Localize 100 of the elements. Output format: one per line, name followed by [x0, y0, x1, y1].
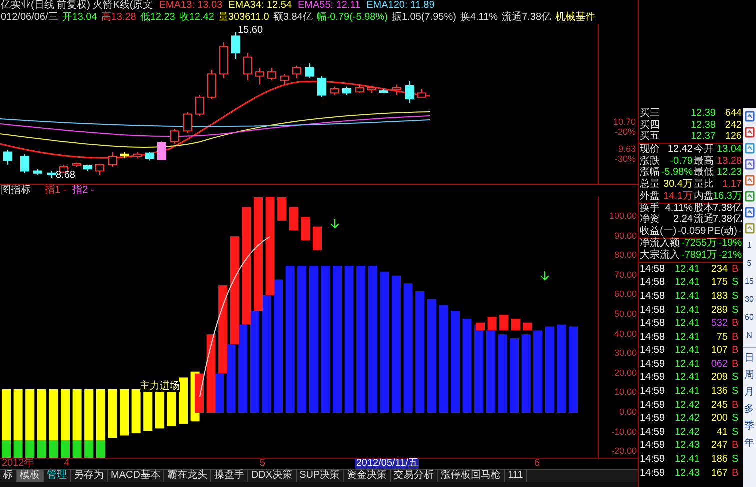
toolbar-icon[interactable] — [744, 159, 754, 170]
toolbar-tab[interactable]: 涨停板回马枪 — [438, 470, 506, 482]
stat-label: PE(动) — [707, 226, 738, 237]
period-button[interactable]: 1 — [747, 239, 752, 252]
period-button[interactable]: N — [746, 329, 752, 342]
candlestick — [108, 152, 118, 168]
candlestick — [158, 141, 166, 160]
stat-label: 净资 — [640, 215, 660, 226]
toolbar-icon[interactable] — [744, 223, 754, 234]
trade-volume: 209 — [710, 373, 728, 384]
toolbar-icon[interactable] — [744, 175, 754, 186]
stat-value: 13.28 — [716, 156, 742, 167]
quote-value: 低12.23 — [140, 13, 176, 23]
toolbar-tab[interactable]: 模板 — [17, 470, 44, 482]
period-button[interactable]: 多 — [744, 404, 754, 416]
trade-time: 14:59 — [640, 346, 666, 356]
axis-value-label: -20.00 — [611, 445, 637, 458]
trade-side: B — [731, 441, 740, 452]
trade-price: 12.42 — [674, 414, 700, 424]
candlestick — [84, 164, 92, 172]
stat-value: 13.04 — [716, 144, 742, 155]
candlestick — [380, 88, 388, 94]
axis-price-label: 10.70 — [613, 118, 636, 127]
date-axis-label: 4 — [64, 459, 70, 469]
trade-side: S — [731, 428, 740, 438]
quote-value: 振1.05(7.95%) — [392, 13, 456, 23]
toolbar-icon[interactable] — [744, 207, 754, 218]
stat-value: 16.3万 — [713, 192, 742, 202]
flow-percent: -21% — [718, 251, 742, 262]
trade-side: B — [731, 264, 740, 275]
legend-label: 指2 - — [72, 186, 94, 196]
trade-side: S — [731, 278, 740, 288]
candlestick — [170, 128, 180, 144]
period-button[interactable]: 周 — [744, 370, 754, 382]
candlestick — [20, 154, 30, 174]
toolbar-tab[interactable]: 管理 — [44, 470, 71, 482]
candlestick — [4, 150, 12, 166]
flow-label: 净流入额 — [640, 239, 680, 250]
candlestick — [244, 52, 252, 82]
stat-label: 现价 — [640, 144, 660, 155]
stat-label: 换手 — [640, 204, 660, 214]
date-axis-label: 2012年 — [2, 459, 34, 469]
candlestick — [268, 67, 276, 82]
trade-time: 14:59 — [640, 387, 666, 398]
trade-volume: 167 — [710, 468, 728, 479]
order-volume: 126 — [724, 132, 742, 142]
order-volume: 242 — [724, 120, 742, 131]
period-button[interactable]: 月 — [744, 387, 754, 399]
stat-value: 30.4万 — [662, 180, 693, 190]
order-level-label: 买五 — [640, 132, 661, 142]
axis-value-label: 50.00 — [614, 308, 637, 321]
order-level-label: 买三 — [640, 108, 661, 119]
trade-time: 14:59 — [640, 373, 666, 384]
trade-side: S — [731, 455, 740, 466]
period-button[interactable]: 日 — [744, 353, 754, 365]
stat-label: 今开 — [693, 144, 713, 155]
candlestick — [72, 162, 82, 168]
ema-value: EMA55: 12.11 — [298, 1, 361, 11]
stat-value: 1.17 — [722, 180, 742, 190]
trade-price: 12.41 — [674, 387, 700, 398]
trade-time: 14:58 — [640, 319, 666, 330]
toolbar-tab[interactable]: 交易分析 — [391, 470, 438, 482]
period-button[interactable]: 60 — [745, 311, 754, 324]
toolbar-icon[interactable] — [744, 111, 754, 122]
candlestick — [146, 152, 154, 162]
candlestick — [256, 67, 264, 86]
candlestick — [96, 163, 104, 176]
axis-value-label: 70.00 — [614, 268, 637, 282]
candlestick — [306, 63, 314, 79]
period-button[interactable]: 15 — [745, 275, 754, 288]
trade-side: B — [731, 332, 740, 343]
candlestick — [48, 170, 56, 178]
candlestick — [134, 152, 142, 160]
stat-value: 2.24 — [672, 215, 693, 226]
trade-time: 14:59 — [640, 400, 666, 411]
trade-price: 12.43 — [674, 468, 700, 479]
flow-label: 大宗流入 — [640, 251, 680, 262]
quote-value: 流通7.38亿 — [502, 13, 552, 23]
toolbar-icon[interactable] — [744, 127, 754, 138]
trade-volume: 532 — [710, 319, 728, 330]
trade-volume: 183 — [710, 292, 728, 302]
toolbar-icon[interactable] — [744, 191, 754, 202]
stat-label: 股本 — [693, 204, 713, 214]
period-button[interactable]: 30 — [745, 293, 754, 306]
trade-volume: 107 — [710, 346, 728, 356]
candlestick — [368, 86, 376, 94]
toolbar-tab[interactable]: 标 — [0, 470, 17, 482]
quote-value: 幅-0.79(-5.98%) — [316, 13, 388, 23]
flow-percent: -19% — [718, 239, 742, 250]
trade-time: 14:59 — [640, 468, 666, 479]
period-button[interactable]: 5 — [747, 257, 752, 270]
period-button[interactable]: 年 — [744, 438, 754, 450]
stat-value: 12.42 — [666, 144, 693, 155]
trade-price: 12.41 — [674, 292, 700, 302]
low-price-label: 8.68 — [56, 171, 76, 181]
trade-side: B — [731, 360, 740, 370]
stat-label: 外盘 — [640, 192, 660, 202]
toolbar-icon[interactable] — [744, 143, 754, 154]
period-button[interactable]: 季 — [744, 421, 754, 433]
stat-label: 涨跌 — [640, 156, 660, 167]
